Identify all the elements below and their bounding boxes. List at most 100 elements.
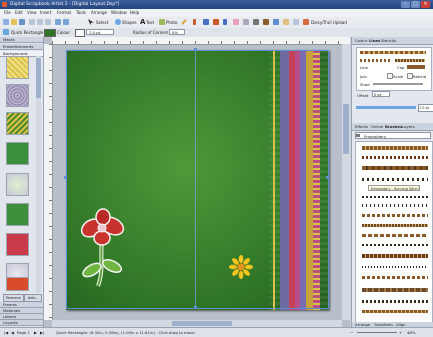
thumbnail-6[interactable] xyxy=(6,203,29,226)
open-icon[interactable] xyxy=(11,19,17,25)
red-flower-embellishment[interactable] xyxy=(78,208,130,290)
tab-colour[interactable]: Colour xyxy=(355,37,367,44)
view-icon[interactable] xyxy=(293,19,299,25)
undo-icon[interactable] xyxy=(55,19,61,25)
thumbnail-9[interactable] xyxy=(6,277,29,291)
tab-stencils[interactable]: Stencils xyxy=(381,37,396,44)
offset-field[interactable]: 0 pt xyxy=(372,91,390,97)
width-field[interactable]: 7.0 pt xyxy=(418,104,433,112)
yellow-daisy-embellishment[interactable] xyxy=(229,255,253,279)
text-tool-label[interactable]: Text xyxy=(146,17,154,28)
eraser-icon[interactable] xyxy=(233,19,239,25)
line-width-field[interactable]: 7.0 pt xyxy=(86,29,114,35)
brush-item-7[interactable] xyxy=(362,214,428,217)
selection-handle-left[interactable] xyxy=(64,176,67,179)
cutter-icon[interactable] xyxy=(243,19,249,25)
brush-item-13[interactable] xyxy=(362,276,428,279)
brush-item-15[interactable] xyxy=(362,300,428,303)
brush-item-14[interactable] xyxy=(362,288,428,292)
brush-item-11[interactable] xyxy=(362,254,428,258)
menu-file[interactable]: File xyxy=(4,9,11,17)
save-icon[interactable] xyxy=(19,19,25,25)
tab-effects[interactable]: Effects xyxy=(355,123,368,130)
pin-icon[interactable] xyxy=(263,19,269,25)
line-style-gallery[interactable]: Line Cap Join Scale Behind Shad xyxy=(356,47,432,91)
gallery-scrollbar[interactable] xyxy=(36,56,41,293)
menu-tools[interactable]: Tools xyxy=(76,9,86,17)
redo-icon[interactable] xyxy=(63,19,69,25)
crop-icon[interactable] xyxy=(253,19,259,25)
shapes-tool-label[interactable]: Shapes xyxy=(122,17,137,28)
menu-edit[interactable]: Edit xyxy=(15,9,23,17)
thumbnail-1[interactable] xyxy=(6,56,29,79)
selection-handle-right[interactable] xyxy=(326,176,329,179)
select-arrow-icon[interactable] xyxy=(88,19,94,25)
select-tool-label[interactable]: Select xyxy=(96,17,108,28)
gallery-scroll-thumb[interactable] xyxy=(36,58,41,98)
brush-item-4[interactable] xyxy=(362,178,428,181)
brush-item-16[interactable] xyxy=(362,310,428,313)
thumbnail-7[interactable] xyxy=(6,233,29,256)
zoom-slider[interactable] xyxy=(357,332,397,333)
tab-brushes[interactable]: Brushes xyxy=(385,123,402,130)
brush-item-8[interactable] xyxy=(362,224,428,227)
fill-colour-swatch[interactable] xyxy=(44,29,56,37)
width-slider[interactable] xyxy=(356,106,416,109)
canvas-horizontal-scrollbar[interactable] xyxy=(52,320,342,327)
close-button[interactable]: × xyxy=(421,1,430,8)
minimize-button[interactable]: – xyxy=(401,1,410,8)
zoom-icon[interactable] xyxy=(273,19,279,25)
tab-lines[interactable]: Lines xyxy=(369,37,380,44)
brush-item-10[interactable] xyxy=(362,244,428,246)
stamp-icon[interactable] xyxy=(223,19,227,25)
photo-tool-label[interactable]: Photo xyxy=(166,17,177,28)
add-button[interactable]: Add... xyxy=(24,294,42,302)
radius-field[interactable]: 0% xyxy=(169,29,185,35)
upload-label[interactable]: Daisy/Trail Upload xyxy=(311,17,347,28)
line-style-3[interactable] xyxy=(395,59,425,62)
line-style-1[interactable] xyxy=(360,51,426,54)
tab-layouts[interactable]: Layouts xyxy=(0,320,43,326)
tab-layers[interactable]: Layers xyxy=(402,123,415,130)
thumbnail-4[interactable] xyxy=(6,142,29,165)
brush-icon[interactable] xyxy=(193,19,196,25)
cut-icon[interactable] xyxy=(29,19,35,25)
brush-item-5[interactable] xyxy=(362,196,428,198)
menu-window[interactable]: Window xyxy=(111,9,127,17)
canvas-vscroll-thumb[interactable] xyxy=(343,104,349,154)
upload-icon[interactable] xyxy=(303,19,309,25)
line-style-2[interactable] xyxy=(360,59,390,62)
pan-icon[interactable] xyxy=(283,19,289,25)
line-colour-swatch[interactable] xyxy=(75,29,85,37)
thumbnail-3[interactable] xyxy=(6,112,29,135)
canvas-vertical-scrollbar[interactable] xyxy=(342,44,350,320)
pencil-icon[interactable] xyxy=(181,19,187,25)
copy-icon[interactable] xyxy=(37,19,43,25)
new-icon[interactable] xyxy=(3,19,9,25)
canvas-hscroll-thumb[interactable] xyxy=(172,321,232,326)
brush-item-6[interactable] xyxy=(362,204,428,207)
brush-item-12[interactable] xyxy=(362,266,428,268)
brush-item-2[interactable] xyxy=(362,156,428,159)
menu-view[interactable]: View xyxy=(27,9,37,17)
cap-style-swatch[interactable] xyxy=(407,65,425,69)
scrapbook-page[interactable] xyxy=(64,48,329,310)
shad-slider[interactable] xyxy=(373,83,423,85)
brush-item-9[interactable] xyxy=(362,234,428,237)
fill-icon[interactable] xyxy=(213,19,219,25)
menu-help[interactable]: Help xyxy=(130,9,139,17)
maximize-button[interactable]: □ xyxy=(411,1,420,8)
tab-online[interactable]: Online xyxy=(371,123,383,130)
tab-masks[interactable]: Masks xyxy=(0,37,43,43)
paste-icon[interactable] xyxy=(45,19,51,25)
brush-category-select[interactable]: Embroidery xyxy=(355,132,431,139)
remove-button[interactable]: Remove xyxy=(3,294,24,302)
thumbnail-2[interactable] xyxy=(6,84,29,107)
brush-item-1[interactable] xyxy=(362,146,428,150)
tab-embellishments[interactable]: Embellishments xyxy=(0,44,43,50)
menu-insert[interactable]: Insert xyxy=(40,9,51,17)
brush-item-3[interactable] xyxy=(362,166,428,170)
menu-format[interactable]: Format xyxy=(57,9,71,17)
thumbnail-5[interactable] xyxy=(6,173,29,196)
menu-arrange[interactable]: Arrange xyxy=(91,9,107,17)
